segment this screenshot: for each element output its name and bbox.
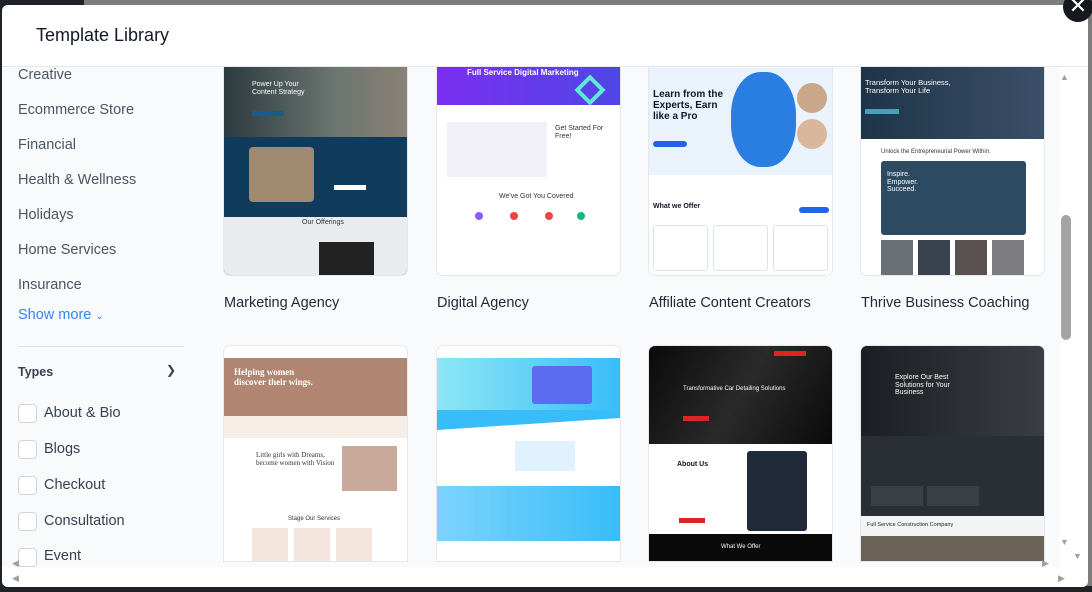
checkbox-label: Consultation	[44, 513, 125, 529]
modal-title: Template Library	[36, 25, 170, 45]
template-thumbnail[interactable]: Explore Our Best Solutions for Your Busi…	[861, 346, 1044, 561]
show-more-link[interactable]: Show more ⌄	[18, 307, 104, 323]
scroll-right-arrow-icon[interactable]: ▶	[1042, 558, 1049, 569]
template-thumbnail[interactable]: Helping women discover their wings. Litt…	[224, 346, 407, 561]
category-home-services[interactable]: Home Services	[18, 242, 116, 258]
template-name[interactable]: Affiliate Content Creators	[649, 295, 811, 311]
modal-header: Template Library	[2, 5, 1088, 67]
checkbox-label: About & Bio	[44, 405, 121, 421]
filter-sidebar: Creative Ecommerce Store Financial Healt…	[2, 67, 210, 567]
template-name[interactable]: Digital Agency	[437, 295, 529, 311]
checkbox-label: Checkout	[44, 477, 106, 493]
checkbox-about-bio[interactable]	[18, 404, 37, 423]
checkbox-checkout[interactable]	[18, 476, 37, 495]
template-grid: Power Up Your Content Strategy Our Offer…	[210, 67, 1060, 567]
checkbox-label: Event	[44, 548, 82, 564]
horizontal-scrollbar[interactable]	[2, 567, 1088, 587]
category-health[interactable]: Health & Wellness	[18, 172, 136, 188]
divider	[18, 346, 184, 347]
category-ecommerce[interactable]: Ecommerce Store	[18, 102, 134, 118]
template-name[interactable]: Thrive Business Coaching	[861, 295, 1029, 311]
template-thumbnail[interactable]: Power Up Your Content Strategy Our Offer…	[224, 67, 407, 275]
template-thumbnail[interactable]: Full Service Digital Marketing Get Start…	[437, 67, 620, 275]
checkbox-event[interactable]	[18, 548, 37, 567]
scroll-down-arrow-icon[interactable]: ▼	[1060, 537, 1069, 547]
scroll-left-arrow-icon[interactable]: ◀	[12, 558, 19, 569]
show-more-label: Show more	[18, 307, 92, 323]
template-thumbnail[interactable]: Transform Your Business, Transform Your …	[861, 67, 1044, 275]
scroll-left-arrow-icon[interactable]: ◀	[12, 573, 19, 584]
template-library-modal: Template Library Creative Ecommerce Stor…	[2, 5, 1088, 587]
scroll-down-arrow-icon[interactable]: ▼	[1073, 551, 1082, 561]
types-heading: Types	[18, 365, 54, 379]
template-thumbnail[interactable]: Transformative Car Detailing Solutions A…	[649, 346, 832, 561]
scroll-up-arrow-icon[interactable]: ▲	[1060, 72, 1069, 82]
category-creative[interactable]: Creative	[18, 67, 72, 83]
checkbox-blogs[interactable]	[18, 440, 37, 459]
category-insurance[interactable]: Insurance	[18, 277, 82, 293]
scrollbar-thumb[interactable]	[1061, 215, 1071, 340]
category-financial[interactable]: Financial	[18, 137, 76, 153]
template-name[interactable]: Marketing Agency	[224, 295, 339, 311]
checkbox-label: Blogs	[44, 441, 81, 457]
scroll-right-arrow-icon[interactable]: ▶	[1058, 573, 1065, 584]
chevron-down-icon: ⌄	[95, 311, 104, 322]
template-thumbnail[interactable]: Learn from the Experts, Earn like a Pro …	[649, 67, 832, 275]
chevron-down-icon[interactable]: ❯	[166, 363, 176, 377]
template-thumbnail[interactable]	[437, 346, 620, 561]
checkbox-consultation[interactable]	[18, 512, 37, 531]
category-holidays[interactable]: Holidays	[18, 207, 74, 223]
